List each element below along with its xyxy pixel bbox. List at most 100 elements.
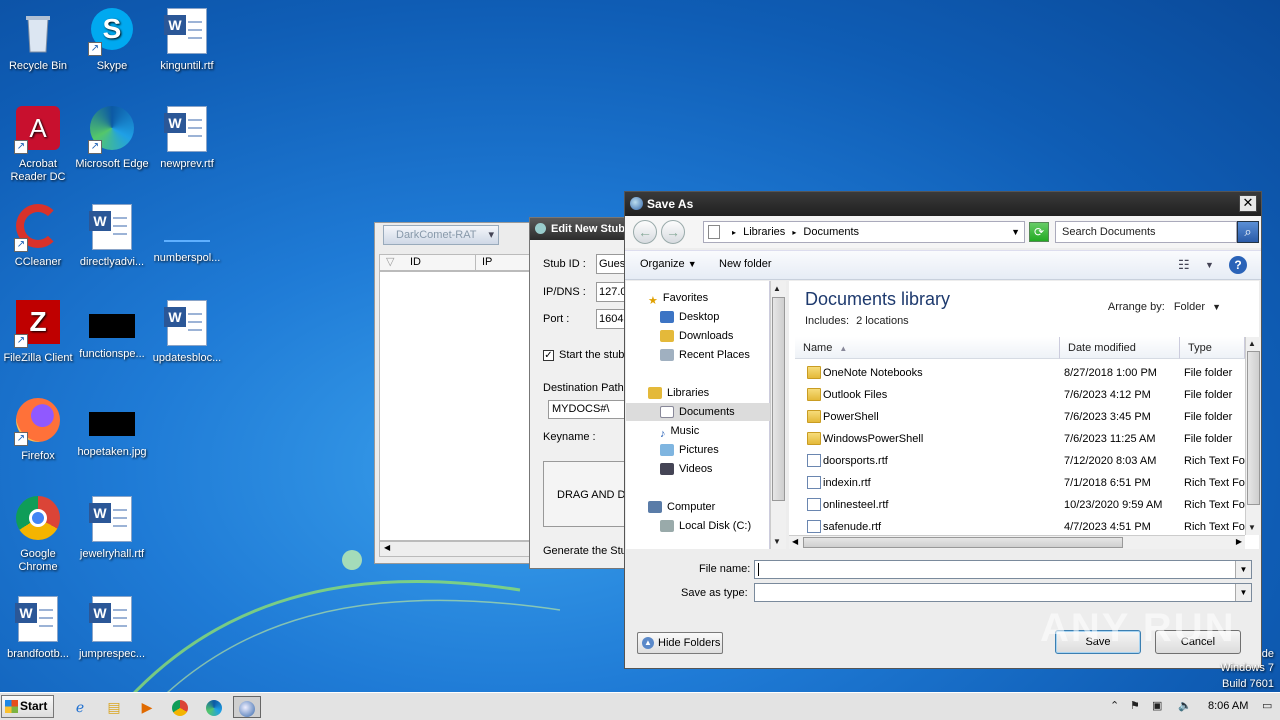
nav-scrollbar[interactable]: ▲ ▼: [770, 281, 786, 549]
start-stub-checkbox[interactable]: ✓: [543, 350, 554, 361]
file-row[interactable]: WindowsPowerShell 7/6/2023 11:25 AM File f…: [789, 428, 1245, 450]
taskbar-media-player-icon[interactable]: ▶: [133, 696, 161, 718]
edit-stub-titlebar[interactable]: Edit New Stub: [530, 218, 628, 240]
scroll-thumb[interactable]: [772, 297, 785, 501]
new-folder-button[interactable]: New folder: [719, 258, 772, 270]
desktop-icon-functionspe[interactable]: functionspe...: [74, 300, 150, 361]
help-button[interactable]: ?: [1229, 256, 1247, 274]
address-bar[interactable]: ▸ Libraries ▸ Documents ▼: [703, 221, 1025, 243]
column-date[interactable]: Date modified: [1060, 337, 1180, 359]
word-document-icon: W: [163, 8, 211, 56]
breadcrumb-documents[interactable]: Documents: [803, 226, 859, 238]
navigation-pane[interactable]: ★ Favorites Desktop Downloads Recent Plac…: [626, 281, 770, 549]
darkcomet-list[interactable]: [379, 271, 531, 541]
save-as-dialog[interactable]: Save As ✕ ← → ▸ Libraries ▸ Documents ▼ …: [624, 191, 1262, 669]
taskbar-darkcomet-icon[interactable]: [233, 696, 261, 718]
taskbar-edge-icon[interactable]: [200, 696, 228, 718]
watermark: ANY RUN: [1040, 606, 1236, 650]
taskbar-chrome-icon[interactable]: [166, 696, 194, 718]
clock[interactable]: 8:06 AM: [1208, 700, 1248, 712]
dest-path-input[interactable]: MYDOCS#\: [548, 400, 630, 419]
chevron-down-icon[interactable]: ▼: [1205, 260, 1214, 270]
show-desktop-icon[interactable]: ▭: [1262, 699, 1272, 712]
nav-downloads[interactable]: Downloads: [626, 327, 770, 345]
chevron-down-icon[interactable]: ▼: [1011, 222, 1020, 242]
downloads-icon: [660, 330, 674, 343]
desktop-icon-jumprespec[interactable]: W jumprespec...: [74, 596, 150, 661]
hide-folders-button[interactable]: ▲ Hide Folders: [637, 632, 723, 654]
file-row[interactable]: OneNote Notebooks 8/27/2018 1:00 PM File f…: [789, 362, 1245, 384]
nav-documents[interactable]: Documents: [626, 403, 770, 421]
file-list-hscroll[interactable]: ◀ ▶: [789, 535, 1245, 549]
taskbar-explorer-icon[interactable]: ▤: [100, 696, 128, 718]
file-row[interactable]: doorsports.rtf 7/12/2020 8:03 AM Rich Text…: [789, 450, 1245, 472]
scroll-thumb[interactable]: [1247, 351, 1260, 505]
file-row[interactable]: Outlook Files 7/6/2023 4:12 PM File folder: [789, 384, 1245, 406]
view-options-icon[interactable]: ☷: [1178, 257, 1190, 273]
flag-icon[interactable]: ⚑: [1130, 699, 1140, 712]
organize-button[interactable]: Organize ▼: [640, 258, 697, 270]
show-hidden-icons[interactable]: ⌃: [1110, 699, 1119, 712]
nav-music[interactable]: ♪ Music: [626, 422, 770, 440]
file-name: onlinesteel.rtf: [823, 499, 889, 511]
file-row[interactable]: onlinesteel.rtf 10/23/2020 9:59 AM Rich Te…: [789, 494, 1245, 516]
desktop-icon-acrobat[interactable]: A ↗ Acrobat Reader DC: [0, 106, 76, 184]
nav-videos[interactable]: Videos: [626, 460, 770, 478]
save-as-titlebar[interactable]: Save As ✕: [625, 192, 1261, 216]
file-row[interactable]: indexin.rtf 7/1/2018 6:51 PM Rich Text Fo: [789, 472, 1245, 494]
locations-link[interactable]: 2 locations: [856, 315, 909, 327]
refresh-button[interactable]: ⟳: [1029, 222, 1049, 242]
drag-drop-zone[interactable]: DRAG AND D: [543, 461, 630, 527]
darkcomet-window[interactable]: DarkComet-RAT ▾ ▽ ID IP Wan/[L... ◀: [374, 222, 534, 564]
nav-desktop[interactable]: Desktop: [626, 308, 770, 326]
desktop-icon-firefox[interactable]: ↗ Firefox: [0, 398, 76, 463]
save-as-type-select[interactable]: ▼: [754, 583, 1252, 602]
nav-local-disk[interactable]: Local Disk (C:): [626, 517, 770, 535]
search-input[interactable]: Search Documents: [1055, 221, 1237, 243]
desktop-icon-numberspol[interactable]: numberspol...: [149, 204, 225, 265]
desktop-icon-updatesbloc[interactable]: W updatesbloc...: [149, 300, 225, 365]
col-id[interactable]: ID: [410, 255, 421, 270]
file-list-vscroll[interactable]: ▲ ▼: [1245, 337, 1261, 535]
chevron-down-icon[interactable]: ▼: [1235, 561, 1251, 578]
desktop-icon-ccleaner[interactable]: ↗ CCleaner: [0, 204, 76, 269]
file-row[interactable]: PowerShell 7/6/2023 3:45 PM File folder: [789, 406, 1245, 428]
taskbar-ie-icon[interactable]: ℯ: [66, 696, 94, 718]
back-button[interactable]: ←: [633, 220, 657, 244]
desktop-icon-hopetaken[interactable]: hopetaken.jpg: [74, 398, 150, 459]
nav-libraries[interactable]: Libraries: [626, 384, 770, 402]
darkcomet-hscroll[interactable]: ◀: [379, 541, 531, 557]
column-name[interactable]: Name ▲: [795, 337, 1060, 359]
arrange-by[interactable]: Arrange by: Folder ▼: [1108, 301, 1221, 313]
file-thumbnail-icon: [164, 222, 210, 242]
chevron-down-icon[interactable]: ▼: [1235, 584, 1251, 601]
close-button[interactable]: ✕: [1239, 195, 1257, 212]
edit-stub-window[interactable]: Edit New Stub Stub ID : Guest IP/DNS : 1…: [529, 217, 630, 569]
file-list-pane[interactable]: Documents library Includes: 2 locations …: [789, 281, 1259, 549]
desktop-icon-edge[interactable]: ↗ Microsoft Edge: [74, 106, 150, 171]
volume-icon[interactable]: 🔈: [1178, 699, 1192, 712]
desktop-icon-jewelryhall[interactable]: W jewelryhall.rtf: [74, 496, 150, 561]
desktop-icon-recycle-bin[interactable]: Recycle Bin: [0, 8, 76, 73]
breadcrumb-libraries[interactable]: Libraries: [743, 226, 785, 238]
scroll-thumb[interactable]: [803, 537, 1123, 548]
forward-button[interactable]: →: [661, 220, 685, 244]
nav-recent[interactable]: Recent Places: [626, 346, 770, 364]
desktop-icon-kinguntil[interactable]: W kinguntil.rtf: [149, 8, 225, 73]
darkcomet-combo[interactable]: DarkComet-RAT ▾: [383, 225, 499, 245]
nav-pictures[interactable]: Pictures: [626, 441, 770, 459]
start-button[interactable]: Start: [1, 695, 54, 718]
search-button[interactable]: ⌕: [1237, 221, 1259, 243]
desktop-icon-label: Recycle Bin: [8, 60, 68, 72]
desktop-icon-skype[interactable]: S ↗ Skype: [74, 8, 150, 73]
desktop-icon-directlyadvi[interactable]: W directlyadvi...: [74, 204, 150, 269]
desktop-icon-newprev[interactable]: W newprev.rtf: [149, 106, 225, 171]
filename-input[interactable]: ▼: [754, 560, 1252, 579]
column-type[interactable]: Type: [1180, 337, 1245, 359]
desktop-icon-brandfootb[interactable]: W brandfootb...: [0, 596, 76, 661]
desktop-icon-filezilla[interactable]: Z ↗ FileZilla Client: [0, 300, 76, 365]
nav-computer[interactable]: Computer: [626, 498, 770, 516]
desktop-icon-chrome[interactable]: Google Chrome: [0, 496, 76, 574]
nav-favorites[interactable]: ★ Favorites: [626, 289, 770, 307]
network-icon[interactable]: ▣: [1152, 699, 1162, 712]
